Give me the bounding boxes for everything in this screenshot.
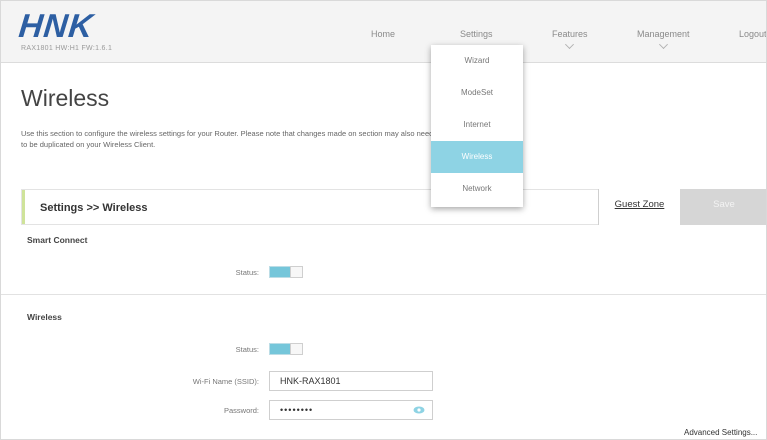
nav-features[interactable]: Features bbox=[552, 29, 588, 49]
nav-settings[interactable]: Settings bbox=[460, 29, 493, 39]
header-bar: HNK RAX1801 HW:H1 FW:1.6.1 Home Settings… bbox=[1, 1, 767, 63]
firmware-info: RAX1801 HW:H1 FW:1.6.1 bbox=[21, 45, 113, 52]
toggle-knob bbox=[290, 266, 303, 278]
divider bbox=[1, 294, 766, 295]
nav-management-label: Management bbox=[637, 29, 690, 39]
menu-item-internet[interactable]: Internet bbox=[431, 109, 523, 141]
smart-connect-toggle[interactable] bbox=[269, 266, 303, 278]
ssid-label: Wi-Fi Name (SSID): bbox=[192, 377, 259, 386]
password-input[interactable]: •••••••• bbox=[269, 400, 433, 420]
nav-settings-label: Settings bbox=[460, 29, 493, 39]
settings-dropdown-menu: Wizard ModeSet Internet Wireless Network bbox=[431, 45, 523, 207]
chevron-down-icon bbox=[658, 40, 668, 49]
page-intro-text: Use this section to configure the wirele… bbox=[21, 129, 434, 149]
nav-logout[interactable]: Logout bbox=[739, 29, 767, 39]
advanced-settings-link[interactable]: Advanced Settings... bbox=[684, 428, 757, 437]
save-button[interactable]: Save bbox=[680, 189, 766, 225]
page-title: Wireless bbox=[21, 85, 110, 111]
smart-connect-heading: Smart Connect bbox=[27, 235, 88, 245]
wireless-heading: Wireless bbox=[27, 312, 62, 322]
brand-logo[interactable]: HNK bbox=[17, 7, 95, 45]
menu-item-wireless[interactable]: Wireless bbox=[431, 141, 523, 173]
wireless-status-label: Status: bbox=[235, 345, 259, 354]
menu-item-wizard[interactable]: Wizard bbox=[431, 45, 523, 77]
wireless-toggle[interactable] bbox=[269, 343, 303, 355]
menu-item-modeset[interactable]: ModeSet bbox=[431, 77, 523, 109]
section-title: Settings >> Wireless bbox=[40, 202, 148, 214]
section-accent bbox=[22, 190, 25, 224]
menu-item-network[interactable]: Network bbox=[431, 173, 523, 205]
show-password-icon[interactable] bbox=[413, 406, 425, 414]
nav-home[interactable]: Home bbox=[371, 29, 395, 39]
chevron-down-icon bbox=[565, 40, 575, 49]
nav-home-label: Home bbox=[371, 29, 396, 39]
password-label: Password: bbox=[223, 406, 259, 415]
nav-management[interactable]: Management bbox=[637, 29, 690, 49]
smart-connect-status-label: Status: bbox=[235, 268, 259, 277]
guest-zone-link[interactable]: Guest Zone bbox=[598, 189, 680, 225]
toggle-knob bbox=[290, 343, 303, 355]
nav-features-label: Features bbox=[552, 29, 588, 39]
router-admin-page: HNK RAX1801 HW:H1 FW:1.6.1 Home Settings… bbox=[0, 0, 767, 440]
nav-logout-label: Logout bbox=[739, 29, 767, 39]
ssid-input[interactable]: HNK-RAX1801 bbox=[269, 371, 433, 391]
